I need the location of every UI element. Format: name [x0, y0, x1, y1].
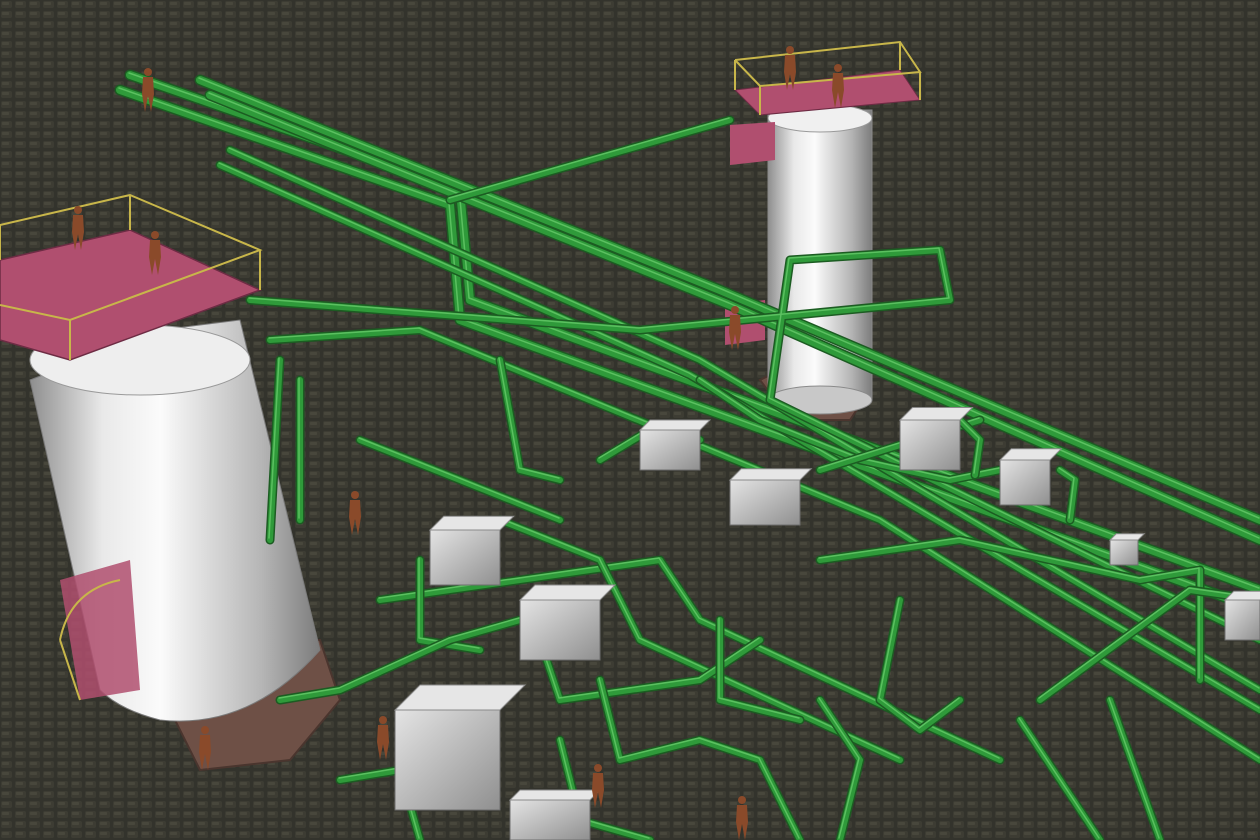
worker-head [731, 306, 739, 314]
equipment-body [639, 429, 701, 471]
equipment-top [428, 515, 515, 531]
worker-head [151, 231, 159, 239]
pump-4[interactable] [728, 468, 813, 526]
equipment-body [1109, 539, 1139, 566]
pump-3[interactable] [638, 419, 712, 471]
worker-head [594, 764, 602, 772]
equipment-box[interactable] [508, 789, 602, 840]
worker-head [144, 68, 152, 76]
worker-head [786, 46, 794, 54]
plant-scene[interactable] [0, 0, 1260, 840]
equipment-body [519, 599, 601, 661]
equipment-top [998, 448, 1063, 461]
equipment-body [509, 799, 591, 840]
equipment-body [1224, 599, 1260, 641]
equipment-top [508, 789, 602, 801]
equipment-top [728, 468, 813, 481]
equipment-top [638, 419, 712, 431]
worker-head [834, 64, 842, 72]
worker-head [74, 206, 82, 214]
3d-viewport[interactable]: 3d-shaded [0, 0, 1260, 840]
worker-head [379, 716, 387, 724]
equipment-body [429, 529, 501, 586]
equipment-box[interactable] [1223, 590, 1260, 641]
equipment-body [899, 419, 961, 471]
worker-head [738, 796, 746, 804]
equipment-top [898, 407, 974, 421]
equipment-body [729, 479, 801, 526]
equipment-top [518, 584, 617, 601]
platform-stair-left [59, 560, 140, 701]
worker-head [351, 491, 359, 499]
equipment-top [1108, 533, 1146, 541]
worker-head [201, 726, 209, 734]
equipment-body [394, 709, 501, 811]
equipment-body [999, 459, 1051, 506]
